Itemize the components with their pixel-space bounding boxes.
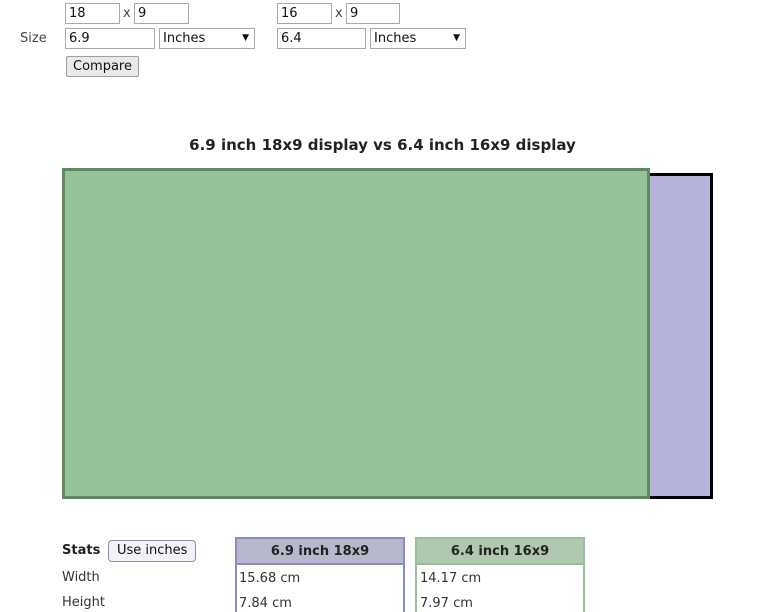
display2-ratio-width-input[interactable]: 16 (277, 3, 332, 24)
stats-cell-width-display1: 15.68 cm (239, 571, 301, 586)
stats-cell-height-display2: 7.97 cm (420, 596, 473, 611)
stats-cell-width-display2: 14.17 cm (420, 571, 482, 586)
size-label: Size (20, 31, 47, 46)
stats-cell-height-display1: 7.84 cm (239, 596, 292, 611)
display2-size-input[interactable]: 6.4 (277, 28, 366, 49)
use-inches-button[interactable]: Use inches (108, 540, 197, 562)
display1-size-input[interactable]: 6.9 (65, 28, 155, 49)
display2-rectangle (62, 168, 650, 499)
chevron-down-icon: ▼ (453, 33, 460, 43)
display2-unit-value: Inches (374, 31, 417, 46)
display2-ratio-separator: x (335, 6, 343, 21)
comparison-title: 6.9 inch 18x9 display vs 6.4 inch 16x9 d… (189, 136, 576, 154)
display2-ratio-height-input[interactable]: 9 (346, 3, 400, 24)
display1-unit-select[interactable]: Inches ▼ (159, 28, 255, 49)
stats-column-header-display1: 6.9 inch 18x9 (235, 537, 405, 565)
display1-unit-value: Inches (163, 31, 206, 46)
compare-button[interactable]: Compare (66, 56, 139, 77)
display1-ratio-separator: x (123, 6, 131, 21)
display-size-comparison-page: 18 x 9 16 x 9 Size 6.9 Inches ▼ 6.4 Inch… (0, 0, 765, 612)
display2-unit-select[interactable]: Inches ▼ (370, 28, 466, 49)
stats-column-header-display2: 6.4 inch 16x9 (415, 537, 585, 565)
stats-row-label-width: Width (62, 570, 100, 585)
chevron-down-icon: ▼ (242, 33, 249, 43)
display1-ratio-width-input[interactable]: 18 (65, 3, 120, 24)
display1-ratio-height-input[interactable]: 9 (134, 3, 189, 24)
stats-row-label-height: Height (62, 595, 105, 610)
stats-label: Stats (62, 543, 101, 558)
